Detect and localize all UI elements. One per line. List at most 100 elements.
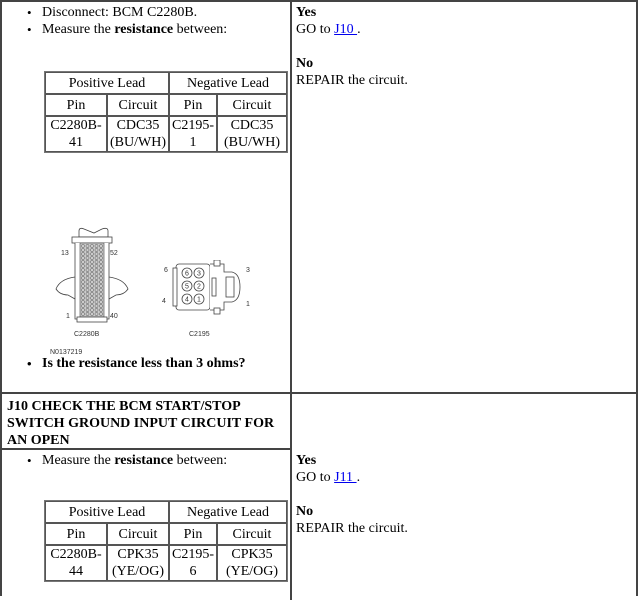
cell-text: C2195-	[172, 118, 214, 133]
cavity-number: 6	[185, 271, 189, 278]
cell-text: 44	[69, 564, 83, 579]
diagnostic-table: Disconnect: BCM C2280B. Measure the resi…	[0, 0, 638, 600]
positive-circuit-cell: CPK35 (YE/OG)	[107, 545, 169, 581]
no-label: No	[296, 56, 314, 71]
cell-text: CPK35	[231, 547, 273, 562]
yes-label: Yes	[296, 5, 317, 20]
cavity-number: 2	[197, 284, 201, 291]
pin-header: Pin	[169, 523, 217, 545]
negative-pin-cell: C2195- 6	[169, 545, 217, 581]
table-subheader-row: Pin Circuit Pin Circuit	[45, 523, 287, 545]
negative-circuit-cell: CPK35 (YE/OG)	[217, 545, 287, 581]
step-j9-actions: Disconnect: BCM C2280B. Measure the resi…	[2, 2, 290, 392]
step-j10-bullets: Measure the resistance between:	[2, 452, 227, 469]
positive-pin-cell: C2280B- 44	[45, 545, 107, 581]
bullet-text: Disconnect: BCM C2280B.	[42, 5, 198, 20]
pin-label: 13	[61, 250, 69, 257]
bullet-disconnect: Disconnect: BCM C2280B.	[2, 4, 227, 21]
bullet-text: Measure the	[42, 22, 115, 37]
bullet-bold-text: resistance	[114, 22, 174, 37]
step-j10-heading: J10 CHECK THE BCM START/STOP SWITCH GROU…	[7, 399, 275, 448]
cavity-number: 5	[185, 284, 189, 291]
bullet-bold-text: resistance	[114, 453, 174, 468]
cell-text: CDC35	[230, 118, 274, 133]
no-label: No	[296, 504, 314, 519]
cavity-number: 1	[197, 297, 201, 304]
cell-text: C2280B-	[50, 547, 102, 562]
positive-circuit-cell: CDC35 (BU/WH)	[107, 116, 169, 152]
cell-text: (BU/WH)	[110, 135, 166, 150]
step-j10-results: Yes GO to J11 . No REPAIR the circuit.	[292, 450, 636, 600]
positive-lead-header: Positive Lead	[45, 72, 169, 94]
cell-text: 41	[69, 135, 83, 150]
connector-name: C2195	[189, 331, 210, 338]
goto-j10-link[interactable]: J10	[334, 22, 357, 37]
yes-label: Yes	[296, 453, 317, 468]
yes-text: .	[356, 470, 361, 485]
negative-circuit-cell: CDC35 (BU/WH)	[217, 116, 287, 152]
cell-text: CDC35	[116, 118, 160, 133]
circuit-header: Circuit	[217, 94, 287, 116]
pin-label: 1	[246, 301, 250, 308]
step-j9-bullets: Disconnect: BCM C2280B. Measure the resi…	[2, 4, 227, 38]
table-row: C2280B- 44 CPK35 (YE/OG) C2195- 6 CPK35 (YE/…	[45, 545, 287, 581]
bullet-text: Measure the	[42, 453, 115, 468]
pin-label: 6	[164, 267, 168, 274]
pin-header: Pin	[45, 94, 107, 116]
pin-label: 52	[110, 250, 118, 257]
bullet-text: between:	[173, 453, 228, 468]
c2195-connector-icon: 6 3 5 2 4 1	[172, 260, 241, 315]
lead-table-j9: Positive Lead Negative Lead Pin Circuit …	[44, 71, 288, 153]
pin-header: Pin	[45, 523, 107, 545]
pin-label: 3	[246, 267, 250, 274]
positive-pin-cell: C2280B- 41	[45, 116, 107, 152]
circuit-header: Circuit	[217, 523, 287, 545]
pin-header: Pin	[169, 94, 217, 116]
c2280b-connector-icon	[55, 227, 129, 323]
no-action: REPAIR the circuit.	[296, 521, 408, 536]
step-j10-heading-cell: J10 CHECK THE BCM START/STOP SWITCH GROU…	[2, 394, 290, 448]
cell-text: C2195-	[172, 547, 214, 562]
bullet-measure: Measure the resistance between:	[2, 21, 227, 38]
yes-action: GO to J11 .	[296, 469, 408, 486]
cavity-number: 3	[197, 271, 201, 278]
yes-text: .	[357, 22, 361, 37]
answer-block: Yes GO to J10 . No REPAIR the circuit.	[296, 4, 408, 89]
lead-table-j10: Positive Lead Negative Lead Pin Circuit …	[44, 500, 288, 582]
cell-text: (YE/OG)	[111, 564, 165, 579]
table-header-row: Positive Lead Negative Lead	[45, 72, 287, 94]
circuit-header: Circuit	[107, 94, 169, 116]
step-j9-question: Is the resistance less than 3 ohms?	[2, 355, 246, 372]
bullet-measure: Measure the resistance between:	[2, 452, 227, 469]
yes-text: GO to	[296, 22, 335, 37]
step-j10-actions: Measure the resistance between: Positive…	[2, 450, 290, 600]
no-action: REPAIR the circuit.	[296, 73, 408, 88]
circuit-header: Circuit	[107, 523, 169, 545]
negative-lead-header: Negative Lead	[169, 72, 287, 94]
yes-action: GO to J10 .	[296, 21, 408, 38]
cell-text: 1	[189, 135, 197, 150]
pin-label: 4	[162, 298, 166, 305]
bullet-text: between:	[173, 22, 228, 37]
cell-text: 6	[189, 564, 197, 579]
pin-label: 1	[66, 313, 70, 320]
cavity-number: 4	[185, 297, 189, 304]
cell-text: (BU/WH)	[224, 135, 280, 150]
positive-lead-header: Positive Lead	[45, 501, 169, 523]
question-bullet: Is the resistance less than 3 ohms?	[2, 355, 246, 372]
goto-j11-link[interactable]: J11	[334, 470, 356, 485]
table-subheader-row: Pin Circuit Pin Circuit	[45, 94, 287, 116]
pin-label: 40	[110, 313, 118, 320]
step-j9-results: Yes GO to J10 . No REPAIR the circuit.	[292, 2, 636, 392]
connector-name: C2280B	[74, 331, 100, 338]
table-row: C2280B- 41 CDC35 (BU/WH) C2195- 1 CDC35 (BU/…	[45, 116, 287, 152]
connector-diagram: 13 52 1 40 C2280B 635241 6 3 4 1 C2195 N…	[42, 227, 272, 357]
yes-text: GO to	[296, 470, 335, 485]
table-header-row: Positive Lead Negative Lead	[45, 501, 287, 523]
cell-text: C2280B-	[50, 118, 102, 133]
cell-text: (YE/OG)	[225, 564, 279, 579]
negative-pin-cell: C2195- 1	[169, 116, 217, 152]
negative-lead-header: Negative Lead	[169, 501, 287, 523]
question-text: Is the resistance less than 3 ohms?	[42, 356, 246, 371]
answer-block: Yes GO to J11 . No REPAIR the circuit.	[296, 452, 408, 537]
